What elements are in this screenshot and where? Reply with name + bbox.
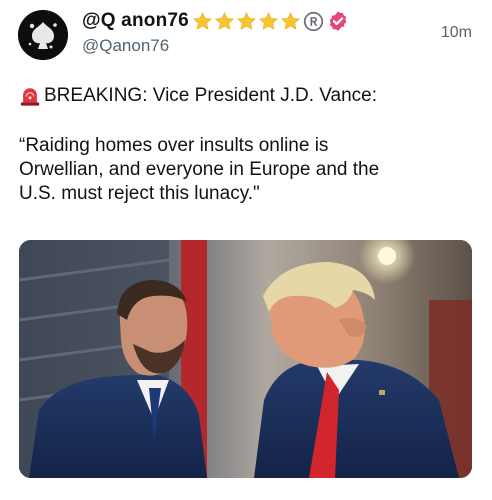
post-photo[interactable] — [19, 240, 472, 478]
post-text: BREAKING: Vice President J.D. Vance: “Ra… — [19, 84, 479, 206]
user-handle[interactable]: @Qanon76 — [82, 36, 169, 56]
avatar-image — [18, 10, 68, 60]
registered-mark-icon — [303, 11, 324, 31]
star-icon — [192, 11, 212, 30]
star-icon — [214, 11, 234, 30]
siren-icon — [20, 88, 40, 106]
verified-badge-icon — [329, 11, 347, 31]
star-icon — [236, 11, 256, 30]
star-icon — [258, 11, 278, 30]
star-icon — [280, 11, 300, 30]
avatar[interactable] — [18, 10, 68, 60]
quote-line: U.S. must reject this lunacy." — [19, 183, 260, 204]
post-timestamp[interactable]: 10m — [441, 24, 472, 42]
photo-image — [19, 240, 472, 478]
quote-line: Orwellian, and everyone in Europe and th… — [19, 159, 380, 180]
breaking-text: BREAKING: Vice President J.D. Vance: — [44, 85, 377, 106]
name-row: @Q anon76 — [82, 8, 349, 34]
display-name[interactable]: @Q anon76 — [82, 10, 189, 32]
star-badges — [192, 11, 302, 32]
quote-line: “Raiding homes over insults online is — [19, 135, 329, 156]
breaking-line: BREAKING: Vice President J.D. Vance: — [19, 84, 479, 108]
